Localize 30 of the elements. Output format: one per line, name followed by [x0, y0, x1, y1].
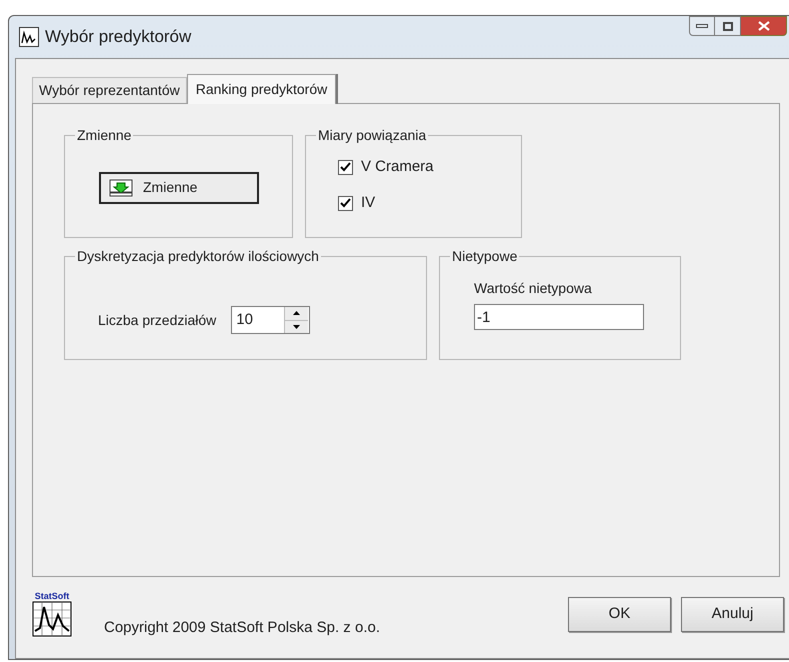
- tab[interactable]: Ranking predyktorów: [186, 74, 336, 104]
- window-title: Wybór predyktorów: [45, 26, 192, 48]
- checkbox[interactable]: V Cramera: [338, 158, 521, 176]
- close-icon: [758, 21, 770, 31]
- logo-text: StatSoft: [34, 591, 70, 601]
- number-field[interactable]: 10: [232, 307, 284, 333]
- maximize-button[interactable]: [715, 16, 741, 36]
- field-label: Wartość nietypowa: [474, 279, 593, 298]
- tab[interactable]: Wybór reprezentantów: [32, 77, 187, 103]
- spin-up-icon[interactable]: [293, 311, 300, 316]
- minimize-icon: [696, 24, 708, 28]
- checkbox-box[interactable]: [338, 196, 353, 210]
- minimize-button[interactable]: [689, 16, 715, 36]
- spin-field[interactable]: 10: [231, 306, 310, 334]
- checkbox-label: V Cramera: [361, 158, 434, 176]
- dialog-button[interactable]: OK: [568, 597, 671, 632]
- checkbox-label: IV: [361, 194, 376, 212]
- close-button[interactable]: [741, 16, 787, 36]
- copyright-text: Copyright 2009 StatSoft Polska Sp. z o.o.: [104, 618, 380, 638]
- logo-icon: [32, 601, 72, 637]
- app-icon: [19, 27, 39, 47]
- dialog-button[interactable]: Anuluj: [681, 597, 784, 632]
- variables-button[interactable]: Zmienne: [99, 172, 259, 204]
- field-label: Liczba przedziałów: [98, 310, 216, 330]
- download-icon: [109, 178, 133, 196]
- checkbox-box[interactable]: [338, 160, 353, 174]
- spin-down-icon[interactable]: [293, 324, 300, 329]
- checkbox[interactable]: IV: [338, 194, 521, 212]
- atypical-value-field[interactable]: -1: [474, 304, 644, 330]
- maximize-icon: [722, 22, 732, 30]
